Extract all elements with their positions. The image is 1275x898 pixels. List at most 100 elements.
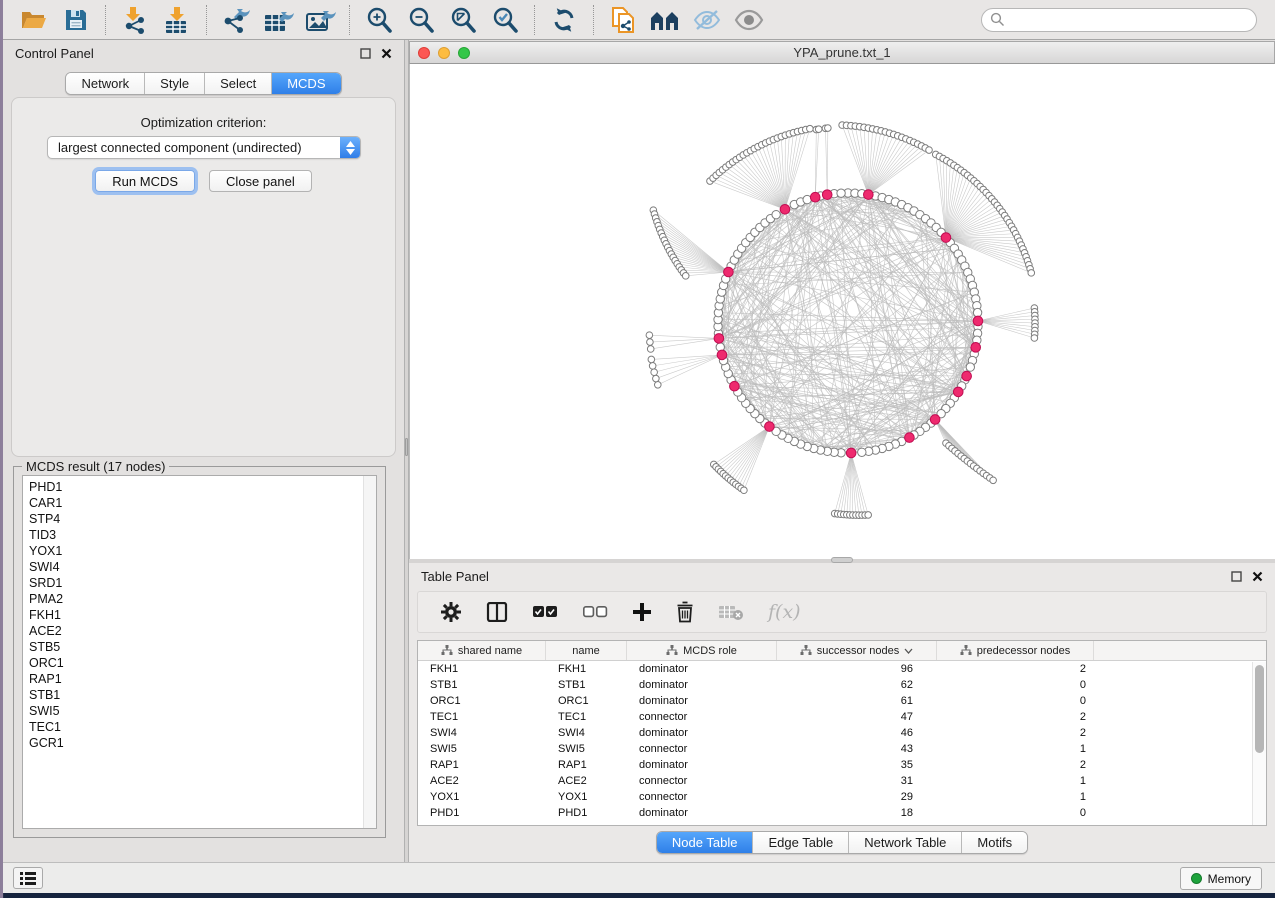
col-predecessor-nodes[interactable]: predecessor nodes	[937, 641, 1094, 660]
tab-network[interactable]: Network	[66, 73, 145, 94]
table-row[interactable]: ORC1ORC1dominator610	[418, 693, 1266, 709]
network-titlebar: YPA_prune.txt_1	[409, 41, 1275, 64]
table-cell: 96	[777, 661, 937, 677]
network-graph[interactable]	[410, 64, 1275, 559]
select-all-icon[interactable]	[532, 605, 558, 619]
result-scrollbar[interactable]	[363, 476, 376, 828]
refresh-icon[interactable]	[543, 4, 585, 36]
table-body: FKH1FKH1dominator962STB1STB1dominator620…	[418, 661, 1266, 821]
table-panel-titlebar: Table Panel	[409, 563, 1275, 589]
search-input[interactable]	[1009, 10, 1256, 30]
tab-select[interactable]: Select	[205, 73, 272, 94]
table-cell: ACE2	[546, 773, 627, 789]
search-icon	[990, 12, 1005, 27]
col-shared-name[interactable]: shared name	[418, 641, 546, 660]
toolbar-divider	[534, 5, 535, 35]
list-item[interactable]: SWI5	[29, 703, 376, 719]
close-panel-icon[interactable]	[1252, 571, 1263, 582]
tab-motifs[interactable]: Motifs	[962, 832, 1027, 853]
deselect-all-icon[interactable]	[582, 605, 608, 619]
function-builder-icon[interactable]: f(x)	[768, 601, 801, 623]
clone-network-icon[interactable]	[602, 4, 644, 36]
memory-button[interactable]: Memory	[1180, 867, 1262, 890]
zoom-in-icon[interactable]	[358, 4, 400, 36]
col-successor-nodes[interactable]: successor nodes	[777, 641, 937, 660]
list-item[interactable]: FKH1	[29, 607, 376, 623]
table-cell: 29	[777, 789, 937, 805]
toolbar-divider	[206, 5, 207, 35]
first-neighbors-icon[interactable]	[644, 4, 686, 36]
import-network-icon[interactable]	[114, 4, 156, 36]
close-panel-button[interactable]: Close panel	[209, 170, 312, 192]
hide-selected-icon[interactable]	[686, 4, 728, 36]
table-cell: dominator	[627, 677, 777, 693]
tab-style[interactable]: Style	[145, 73, 205, 94]
delete-table-icon[interactable]	[718, 603, 744, 621]
list-item[interactable]: TEC1	[29, 719, 376, 735]
list-item[interactable]: SWI4	[29, 559, 376, 575]
run-mcds-button[interactable]: Run MCDS	[95, 170, 195, 192]
list-item[interactable]: SRD1	[29, 575, 376, 591]
criterion-dropdown[interactable]: largest connected component (undirected)	[47, 136, 361, 159]
mcds-result-list[interactable]: PHD1CAR1STP4TID3YOX1SWI4SRD1PMA2FKH1ACE2…	[22, 475, 377, 829]
export-network-icon[interactable]	[215, 4, 257, 36]
add-row-icon[interactable]	[632, 602, 652, 622]
control-panel-titlebar: Control Panel	[3, 40, 404, 66]
network-canvas[interactable]	[409, 64, 1275, 559]
table-row[interactable]: STB1STB1dominator620	[418, 677, 1266, 693]
open-session-icon[interactable]	[13, 4, 55, 36]
table-row[interactable]: FKH1FKH1dominator962	[418, 661, 1266, 677]
table-cell: ORC1	[546, 693, 627, 709]
task-history-button[interactable]	[13, 867, 43, 889]
table-cell: 43	[777, 741, 937, 757]
tab-edge-table[interactable]: Edge Table	[753, 832, 849, 853]
columns-icon[interactable]	[486, 602, 508, 622]
table-cell: connector	[627, 709, 777, 725]
save-session-icon[interactable]	[55, 4, 97, 36]
gear-icon[interactable]	[440, 601, 462, 623]
zoom-out-icon[interactable]	[400, 4, 442, 36]
delete-row-icon[interactable]	[676, 601, 694, 623]
table-row[interactable]: SWI4SWI4dominator462	[418, 725, 1266, 741]
table-row[interactable]: YOX1YOX1connector291	[418, 789, 1266, 805]
export-image-icon[interactable]	[299, 4, 341, 36]
col-name[interactable]: name	[546, 641, 627, 660]
close-panel-icon[interactable]	[381, 48, 392, 59]
list-item[interactable]: STB5	[29, 639, 376, 655]
list-item[interactable]: PMA2	[29, 591, 376, 607]
toolbar-divider	[105, 5, 106, 35]
scrollbar-thumb[interactable]	[1255, 665, 1264, 753]
list-item[interactable]: GCR1	[29, 735, 376, 751]
table-row[interactable]: RAP1RAP1dominator352	[418, 757, 1266, 773]
control-panel: Control Panel Network Style Select MCDS …	[3, 40, 404, 862]
table-cell: RAP1	[546, 757, 627, 773]
zoom-selected-icon[interactable]	[484, 4, 526, 36]
tab-node-table[interactable]: Node Table	[657, 832, 754, 853]
list-item[interactable]: YOX1	[29, 543, 376, 559]
tab-network-table[interactable]: Network Table	[849, 832, 962, 853]
list-item[interactable]: STB1	[29, 687, 376, 703]
table-row[interactable]: SWI5SWI5connector431	[418, 741, 1266, 757]
float-panel-icon[interactable]	[1231, 571, 1242, 582]
zoom-fit-icon[interactable]	[442, 4, 484, 36]
float-panel-icon[interactable]	[360, 48, 371, 59]
table-cell: dominator	[627, 725, 777, 741]
list-item[interactable]: STP4	[29, 511, 376, 527]
memory-status-icon	[1191, 873, 1202, 884]
splitter-handle[interactable]	[405, 438, 408, 456]
table-row[interactable]: TEC1TEC1connector472	[418, 709, 1266, 725]
list-item[interactable]: RAP1	[29, 671, 376, 687]
tab-mcds[interactable]: MCDS	[272, 73, 340, 94]
col-mcds-role[interactable]: MCDS role	[627, 641, 777, 660]
list-item[interactable]: ORC1	[29, 655, 376, 671]
list-item[interactable]: CAR1	[29, 495, 376, 511]
export-table-icon[interactable]	[257, 4, 299, 36]
list-item[interactable]: ACE2	[29, 623, 376, 639]
table-row[interactable]: ACE2ACE2connector311	[418, 773, 1266, 789]
table-scrollbar[interactable]	[1252, 662, 1266, 825]
show-all-icon[interactable]	[728, 4, 770, 36]
list-item[interactable]: PHD1	[29, 479, 376, 495]
table-row[interactable]: PHD1PHD1dominator180	[418, 805, 1266, 821]
import-table-icon[interactable]	[156, 4, 198, 36]
list-item[interactable]: TID3	[29, 527, 376, 543]
